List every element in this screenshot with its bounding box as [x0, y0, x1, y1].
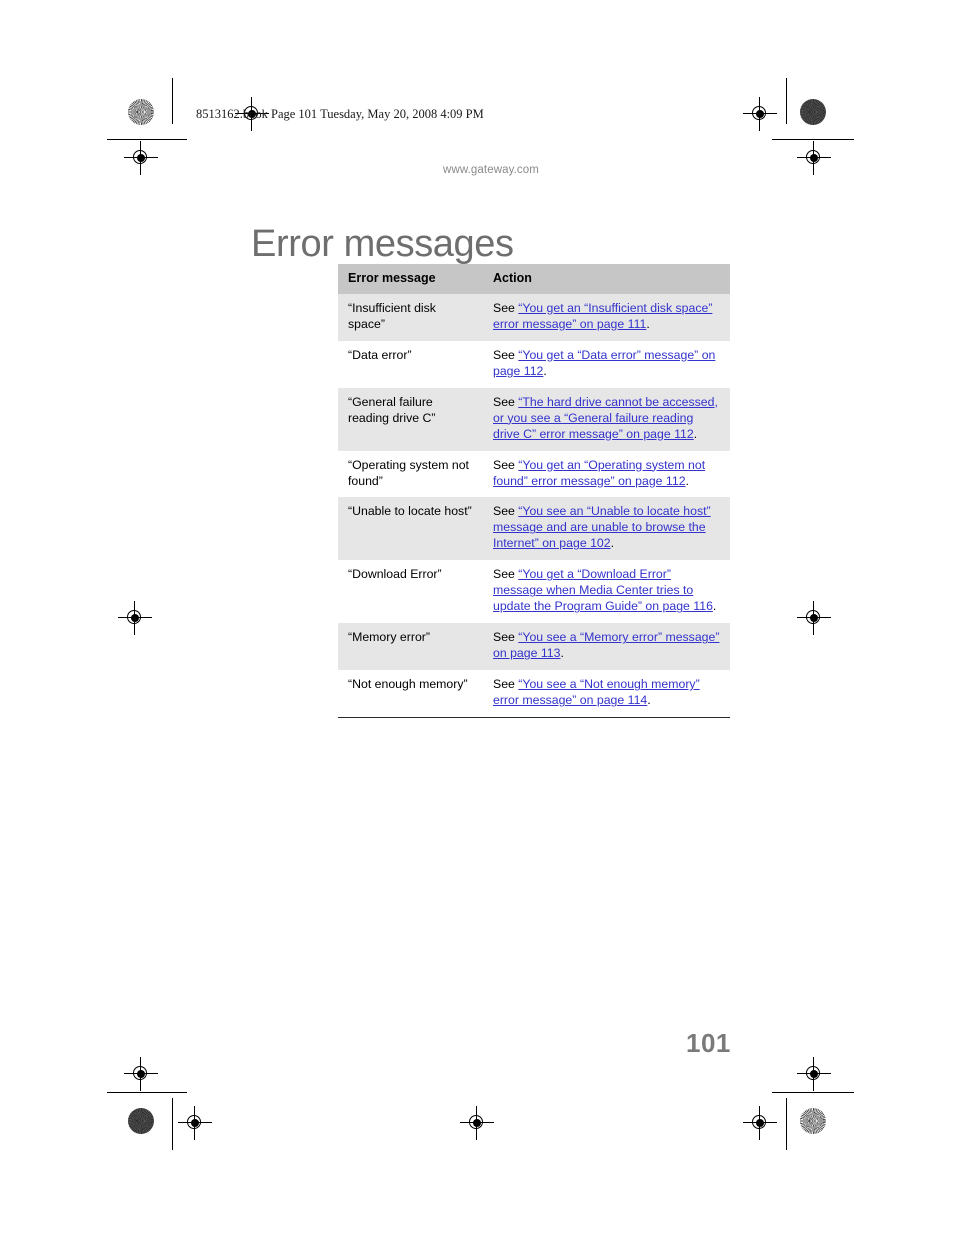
column-header-action: Action — [483, 264, 730, 294]
cell-action: See “You get an “Operating system not fo… — [483, 450, 730, 498]
cross-reference-link[interactable]: “You get an “Insufficient disk space” er… — [493, 301, 712, 331]
see-label: See — [493, 457, 519, 472]
see-label: See — [493, 347, 519, 362]
trim-line-top-right-horizontal — [772, 139, 854, 140]
cross-reference-link[interactable]: “You get a “Data error” message” on page… — [493, 348, 715, 378]
trim-line-top-right-vertical — [786, 78, 787, 124]
table-row: “Not enough memory” See “You see a “Not … — [338, 670, 730, 719]
see-label: See — [493, 300, 519, 315]
cross-reference-link[interactable]: “The hard drive cannot be accessed, or y… — [493, 395, 718, 441]
cell-error-message: “Operating system not found” — [338, 450, 483, 498]
page-title: Error messages — [251, 223, 514, 266]
cell-action: See “You see a “Memory error” message” o… — [483, 623, 730, 671]
cross-reference-link[interactable]: “You see an “Unable to locate host” mess… — [493, 504, 711, 550]
density-patch-top-right — [800, 99, 826, 125]
see-label: See — [493, 677, 519, 692]
table-row: “Unable to locate host” See “You see an … — [338, 497, 730, 561]
sentence-period: . — [693, 426, 698, 441]
sentence-period: . — [647, 693, 651, 708]
cross-reference-link[interactable]: “You see a “Memory error” message” on pa… — [493, 630, 719, 660]
cell-action: See “You get a “Download Error” message … — [483, 560, 730, 624]
sentence-period: . — [560, 646, 564, 661]
cell-action: See “You see an “Unable to locate host” … — [483, 497, 730, 561]
density-patch-top-left — [128, 99, 154, 125]
table-row: “Operating system not found” See “You ge… — [338, 450, 730, 498]
sentence-period: . — [543, 363, 547, 378]
trim-line-top-left-vertical — [172, 78, 173, 124]
sentence-period: . — [712, 599, 717, 614]
table-row: “Download Error” See “You get a “Downloa… — [338, 560, 730, 624]
print-slug: 8513162.book Page 101 Tuesday, May 20, 2… — [196, 107, 484, 121]
see-label: See — [493, 394, 519, 409]
site-url-text: www.gateway.com — [443, 164, 539, 176]
registration-mark-bottom-right — [743, 1106, 777, 1140]
table-header-row: Error message Action — [338, 264, 730, 294]
cell-action: See “You see a “Not enough memory” error… — [483, 670, 730, 719]
trim-line-bottom-right-horizontal — [772, 1092, 854, 1093]
see-label: See — [493, 630, 519, 645]
cell-error-message: “Insufficient disk space” — [338, 293, 483, 341]
table-row: “Data error” See “You get a “Data error”… — [338, 340, 730, 388]
cell-action: See “You get an “Insufficient disk space… — [483, 293, 730, 341]
cross-reference-link[interactable]: “You get a “Download Error” message when… — [493, 567, 713, 613]
registration-mark-bottom-left — [178, 1106, 212, 1140]
trim-line-bottom-right-vertical — [786, 1098, 787, 1150]
cell-error-message: “Unable to locate host” — [338, 497, 483, 561]
trim-line-bottom-left-horizontal — [107, 1092, 187, 1093]
see-label: See — [493, 504, 519, 519]
trim-line-bottom-left-vertical — [172, 1098, 173, 1150]
table-row: “General failure reading drive C” See “T… — [338, 387, 730, 451]
cell-error-message: “Download Error” — [338, 560, 483, 624]
sentence-period: . — [610, 536, 615, 551]
cell-error-message: “General failure reading drive C” — [338, 387, 483, 451]
table-row: “Insufficient disk space” See “You get a… — [338, 293, 730, 341]
see-label: See — [493, 567, 519, 582]
cross-reference-link[interactable]: “You get an “Operating system not found”… — [493, 458, 705, 488]
table-row: “Memory error” See “You see a “Memory er… — [338, 623, 730, 671]
trim-line-top-left-horizontal — [107, 139, 187, 140]
registration-mark-right-middle — [797, 601, 831, 635]
cell-error-message: “Data error” — [338, 340, 483, 388]
page-number: 101 — [686, 1028, 731, 1058]
density-patch-bottom-left — [128, 1108, 154, 1134]
registration-mark-left-middle — [118, 601, 152, 635]
table-body: “Insufficient disk space” See “You get a… — [338, 293, 730, 719]
sentence-period: . — [646, 316, 650, 331]
registration-mark-top-right — [743, 97, 777, 131]
sentence-period: . — [685, 473, 689, 488]
cell-action: See “The hard drive cannot be accessed, … — [483, 387, 730, 451]
registration-mark-corner-bottom-right — [797, 1057, 831, 1091]
document-page: 8513162.book Page 101 Tuesday, May 20, 2… — [0, 0, 954, 1235]
cell-error-message: “Memory error” — [338, 623, 483, 671]
error-message-table: Error message Action “Insufficient disk … — [338, 264, 730, 719]
registration-mark-bottom-center — [460, 1106, 494, 1140]
column-header-error-message: Error message — [338, 264, 483, 294]
registration-mark-corner-bottom-left — [124, 1057, 158, 1091]
density-patch-bottom-right — [800, 1108, 826, 1134]
site-url: www.gateway.com — [0, 164, 954, 176]
cell-action: See “You get a “Data error” message” on … — [483, 340, 730, 388]
cross-reference-link[interactable]: “You see a “Not enough memory” error mes… — [493, 677, 700, 707]
cell-error-message: “Not enough memory” — [338, 670, 483, 719]
